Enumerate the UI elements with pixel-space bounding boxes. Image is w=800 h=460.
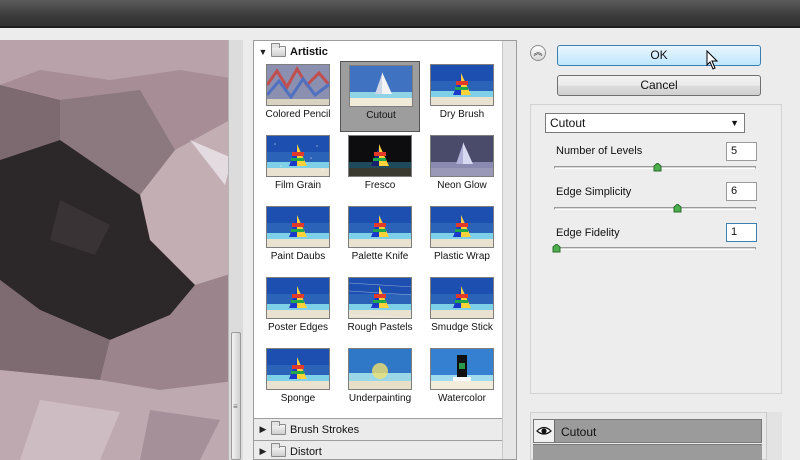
filter-preview-image: [430, 277, 494, 319]
filter-preview-image: [266, 206, 330, 248]
preview-scrollbar-thumb[interactable]: [231, 332, 241, 460]
filter-thumb-label: Watercolor: [438, 393, 486, 404]
gallery-scrollbar[interactable]: [502, 41, 516, 459]
filter-thumb-watercolor[interactable]: Watercolor: [422, 345, 502, 416]
filter-thumb-colored-pencil[interactable]: Colored Pencil: [258, 61, 338, 132]
filter-thumb-sponge[interactable]: Sponge: [258, 345, 338, 416]
eye-icon: [536, 426, 552, 435]
fidelity-slider-knob[interactable]: [552, 244, 561, 253]
fidelity-label: Edge Fidelity: [556, 227, 620, 239]
folder-icon: [271, 421, 286, 435]
titlebar-edge: [0, 26, 800, 28]
collapsed-categories: ▶ Brush Strokes ▶ Distort: [254, 418, 502, 459]
filter-thumb-underpainting[interactable]: Underpainting: [340, 345, 420, 416]
filter-preview-image: [348, 348, 412, 390]
simplicity-slider-knob[interactable]: [673, 204, 682, 213]
filter-preview-image: [349, 65, 413, 107]
category-label: Artistic: [290, 45, 328, 58]
filter-thumb-cutout[interactable]: Cutout: [340, 61, 420, 132]
fidelity-slider[interactable]: [554, 247, 756, 250]
preview-scrollbar[interactable]: ≡: [228, 40, 243, 460]
fidelity-input[interactable]: 1: [726, 223, 757, 242]
filter-preview-image: [348, 206, 412, 248]
filter-thumb-label: Rough Pastels: [347, 322, 413, 333]
category-distort[interactable]: ▶ Distort: [254, 441, 502, 459]
filter-thumb-label: Plastic Wrap: [434, 251, 490, 262]
filter-select-value: Cutout: [550, 116, 586, 130]
filter-thumb-palette-knife[interactable]: Palette Knife: [340, 203, 420, 274]
filter-gallery: ▼ Artistic Colored Pencil Cutout Dry Brush…: [253, 40, 517, 460]
effects-scrollbar[interactable]: [766, 412, 782, 460]
filter-preview-image: [348, 277, 412, 319]
filter-thumb-label: Poster Edges: [267, 322, 329, 333]
dropdown-arrow-icon: ▼: [730, 118, 739, 128]
filter-preview-image: [430, 206, 494, 248]
mouse-cursor-icon: [706, 50, 718, 70]
filter-thumb-label: Paint Daubs: [270, 251, 326, 262]
filter-preview-image: [266, 277, 330, 319]
filter-thumb-fresco[interactable]: Fresco: [340, 132, 420, 203]
folder-icon: [271, 43, 286, 57]
effect-layer-label: Cutout: [561, 425, 597, 439]
filter-preview-image: [430, 348, 494, 390]
filter-preview-image: [348, 135, 412, 177]
triangle-right-icon: ▶: [259, 446, 267, 456]
triangle-right-icon: ▶: [259, 424, 267, 434]
filter-preview-image: [266, 64, 330, 106]
visibility-toggle[interactable]: [534, 420, 555, 442]
collapse-gallery-button[interactable]: ︽: [530, 45, 546, 61]
effect-layer-empty-row: [533, 444, 762, 460]
filter-thumb-neon-glow[interactable]: Neon Glow: [422, 132, 502, 203]
filter-thumb-label: Dry Brush: [439, 109, 485, 120]
filter-thumb-label: Film Grain: [274, 180, 322, 191]
filter-thumb-dry-brush[interactable]: Dry Brush: [422, 61, 502, 132]
filter-thumb-label: Colored Pencil: [265, 109, 331, 120]
triangle-down-icon: ▼: [258, 46, 268, 57]
levels-slider-knob[interactable]: [653, 163, 662, 172]
levels-input[interactable]: 5: [726, 142, 757, 161]
folder-icon: [271, 443, 286, 457]
simplicity-label: Edge Simplicity: [556, 186, 632, 198]
filter-thumb-label: Underpainting: [348, 393, 412, 404]
filter-preview-image: [266, 135, 330, 177]
filter-thumb-film-grain[interactable]: Film Grain: [258, 132, 338, 203]
filter-thumb-poster-edges[interactable]: Poster Edges: [258, 274, 338, 345]
filter-thumb-label: Neon Glow: [437, 180, 487, 191]
filter-thumb-plastic-wrap[interactable]: Plastic Wrap: [422, 203, 502, 274]
category-brush-strokes[interactable]: ▶ Brush Strokes: [254, 419, 502, 440]
filter-thumb-label: Cutout: [366, 110, 396, 121]
filter-thumb-label: Fresco: [364, 180, 396, 191]
preview-artwork: [0, 40, 242, 460]
preview-image[interactable]: [0, 40, 243, 460]
filter-thumb-label: Smudge Stick: [431, 322, 493, 333]
simplicity-input[interactable]: 6: [726, 182, 757, 201]
category-label: Distort: [290, 445, 322, 458]
levels-label: Number of Levels: [556, 145, 643, 157]
simplicity-slider[interactable]: [554, 207, 756, 210]
filter-thumb-label: Palette Knife: [351, 251, 409, 262]
scroll-grip-icon: ≡: [233, 402, 238, 411]
filter-preview-image: [430, 135, 494, 177]
category-artistic[interactable]: ▼ Artistic: [254, 41, 502, 62]
filter-preview-image: [430, 64, 494, 106]
filter-select[interactable]: Cutout ▼: [545, 113, 745, 133]
ok-button[interactable]: OK: [557, 45, 761, 66]
filter-thumb-label: Sponge: [280, 393, 316, 404]
double-chevron-up-icon: ︽: [533, 47, 543, 57]
category-label: Brush Strokes: [290, 423, 360, 436]
filter-thumb-paint-daubs[interactable]: Paint Daubs: [258, 203, 338, 274]
window-titlebar: [0, 0, 800, 28]
filter-thumb-smudge-stick[interactable]: Smudge Stick: [422, 274, 502, 345]
filter-preview-image: [266, 348, 330, 390]
cancel-button[interactable]: Cancel: [557, 75, 761, 96]
filter-thumb-rough-pastels[interactable]: Rough Pastels: [340, 274, 420, 345]
